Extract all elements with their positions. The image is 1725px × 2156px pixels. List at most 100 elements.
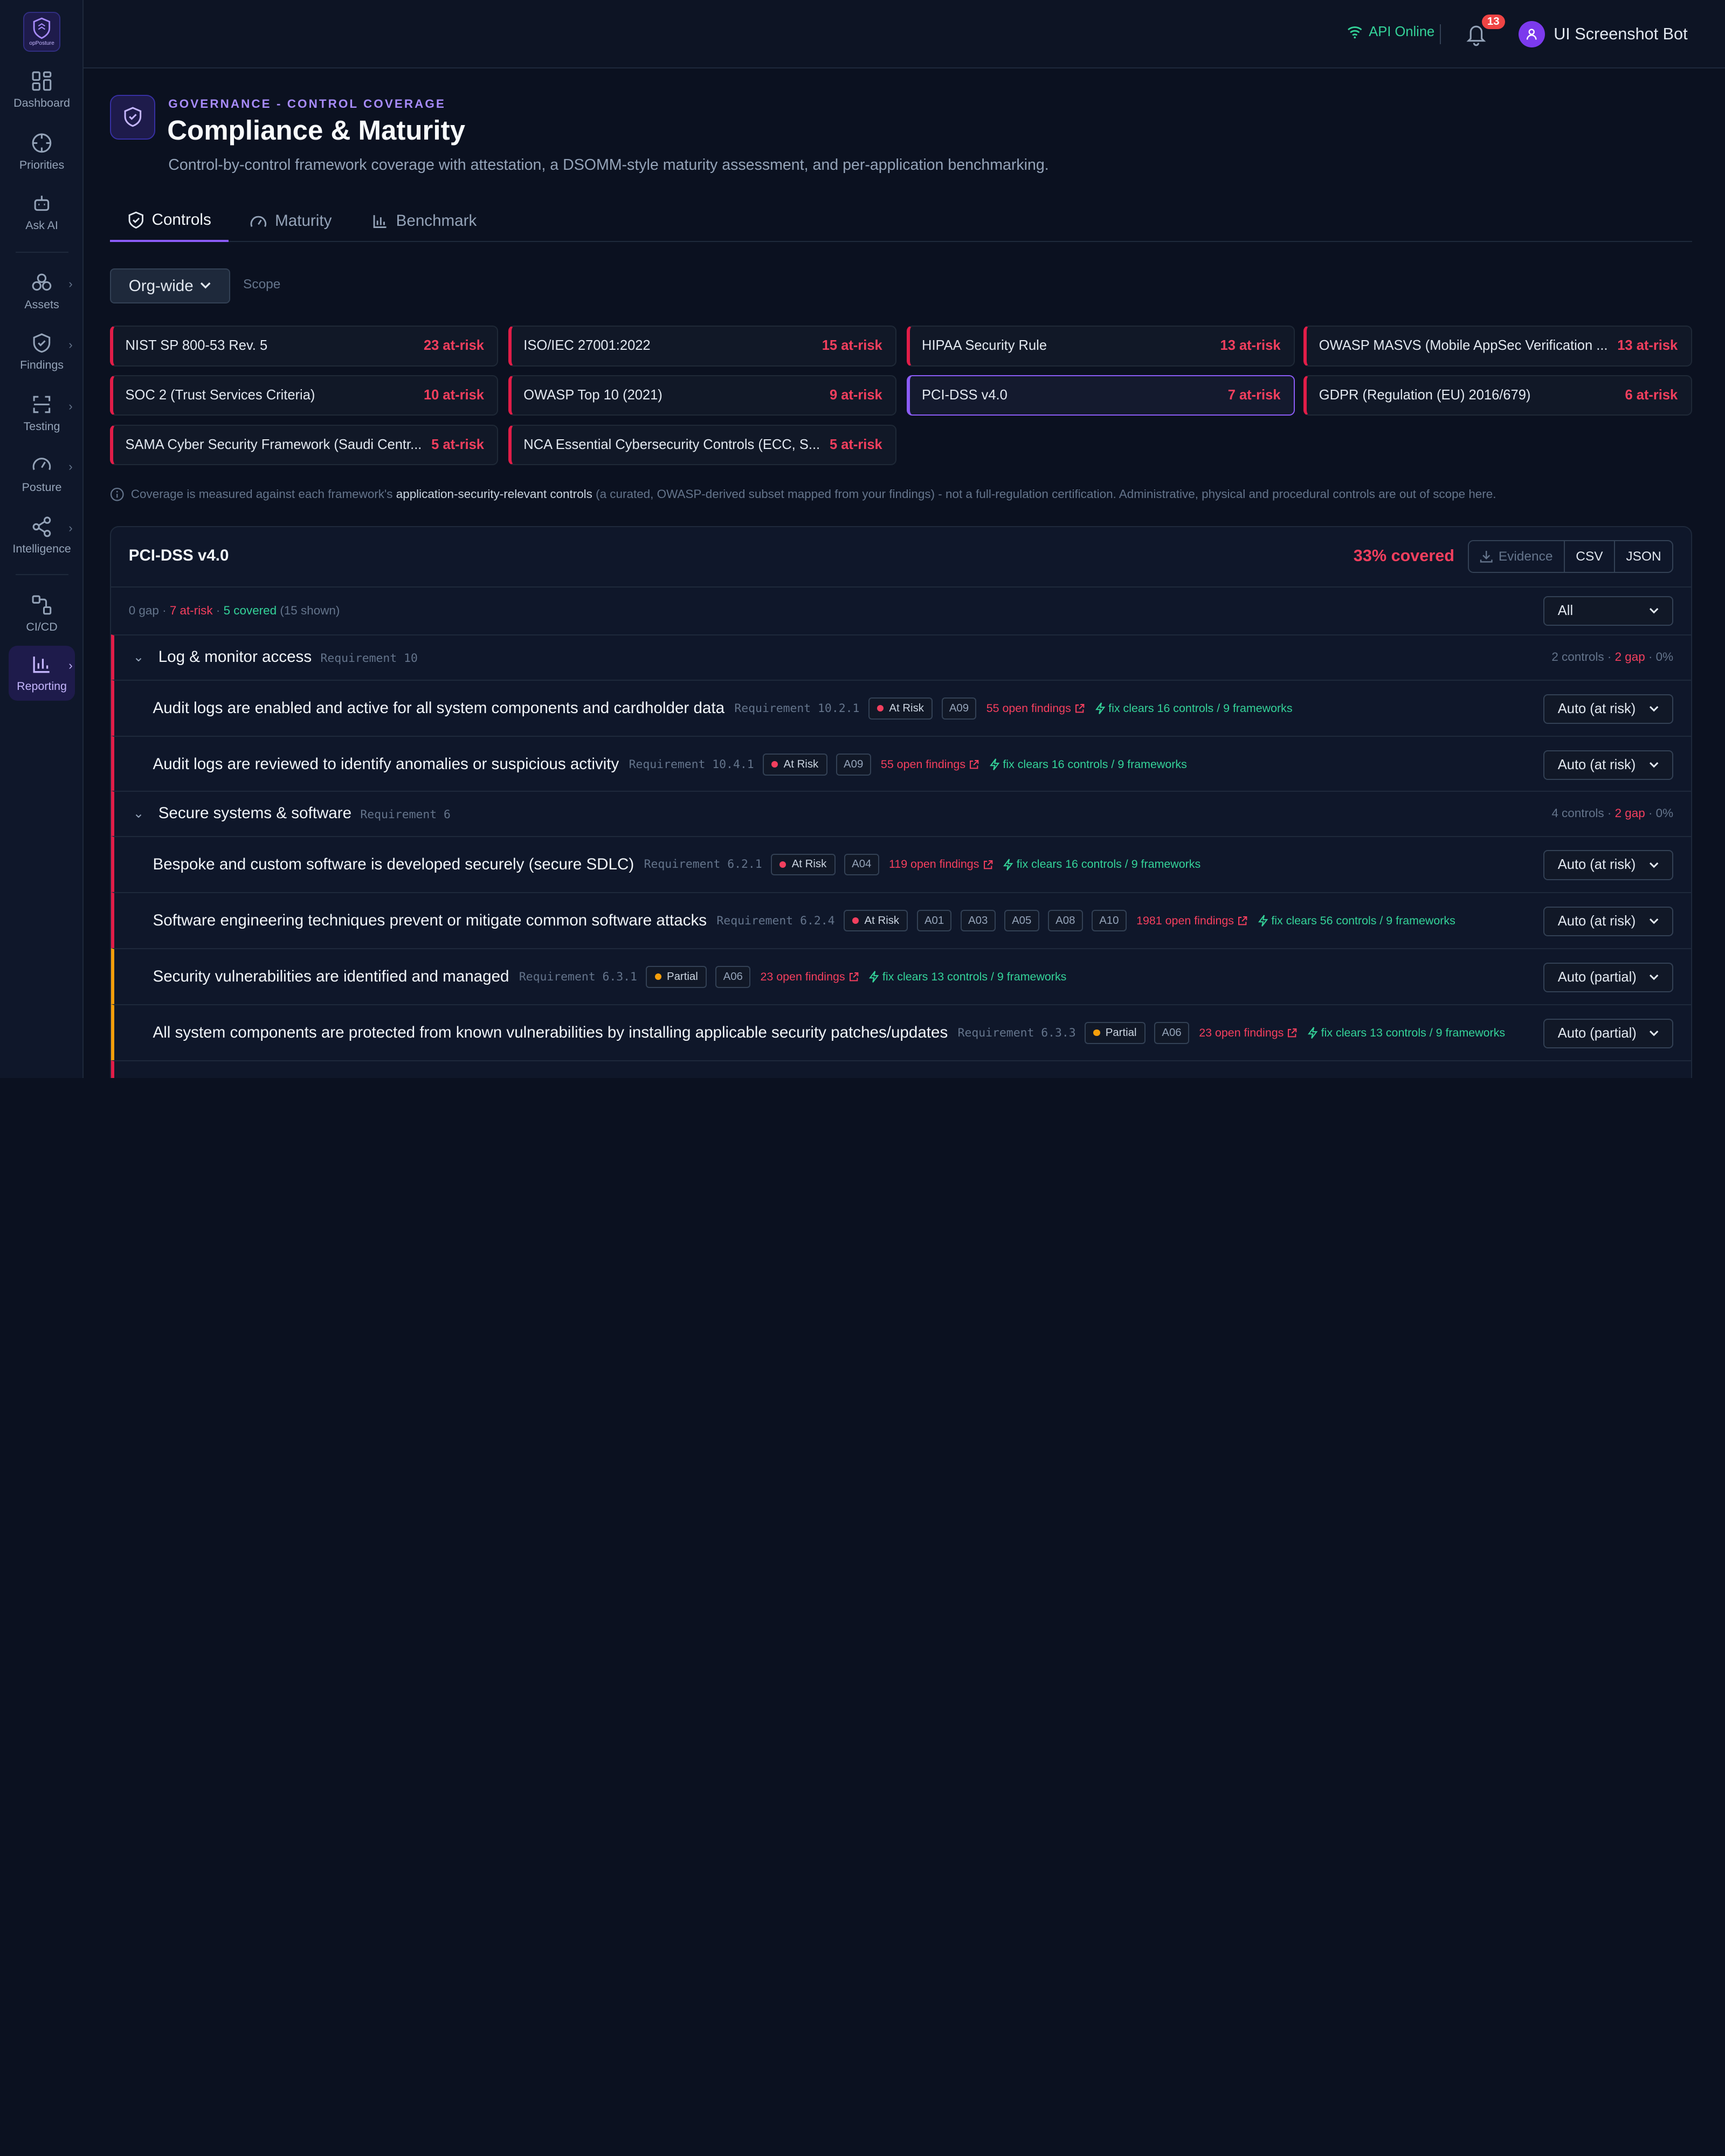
- external-link-icon: [970, 760, 979, 769]
- open-findings-link[interactable]: 55 open findings: [986, 702, 1086, 715]
- attestation-select[interactable]: Auto (at risk): [1543, 850, 1674, 880]
- summary-shown: (15 shown): [280, 604, 340, 618]
- findings-label: 1981 open findings: [1136, 914, 1234, 927]
- nav-posture[interactable]: Posture ›: [9, 447, 74, 502]
- framework-at-risk: 5 at-risk: [829, 437, 882, 452]
- framework-at-risk: 23 at-risk: [423, 338, 484, 354]
- framework-name: SOC 2 (Trust Services Criteria): [125, 388, 315, 403]
- api-status: API Online: [1347, 24, 1434, 40]
- framework-card[interactable]: NIST SP 800-53 Rev. 5 23 at-risk: [110, 326, 499, 367]
- control-group[interactable]: ⌄ Secure systems & software Requirement 6…: [111, 791, 1691, 836]
- note-pre: Coverage is measured against each framew…: [130, 487, 393, 501]
- status-label: Partial: [1105, 1026, 1137, 1039]
- lightning-icon: [989, 758, 1000, 771]
- attestation-value: Auto (partial): [1557, 1025, 1637, 1041]
- nav-testing[interactable]: Testing ›: [9, 386, 74, 441]
- framework-at-risk: 5 at-risk: [431, 437, 484, 452]
- nav-cicd[interactable]: CI/CD: [9, 586, 74, 641]
- group-percent: · 0%: [1648, 650, 1674, 664]
- page-eyebrow: GOVERNANCE - CONTROL COVERAGE: [168, 96, 446, 110]
- open-findings-link[interactable]: 23 open findings: [760, 970, 859, 984]
- scan-icon: [33, 396, 51, 413]
- summary-at-risk: 7 at-risk: [169, 604, 213, 618]
- status-label: At Risk: [889, 702, 924, 714]
- framework-card[interactable]: ISO/IEC 27001:2022 15 at-risk: [508, 326, 897, 367]
- framework-card[interactable]: SOC 2 (Trust Services Criteria) 10 at-ris…: [110, 375, 499, 416]
- evidence-label: Evidence: [1498, 549, 1553, 564]
- control-group[interactable]: ⌄ Log & monitor access Requirement 10 2 c…: [111, 634, 1691, 680]
- group-requirement: Requirement 10: [320, 651, 418, 665]
- evidence-button[interactable]: Evidence: [1469, 541, 1565, 572]
- control-requirement: Requirement 6.2.1: [644, 858, 762, 872]
- note-bold: application-security-relevant controls: [396, 487, 592, 501]
- framework-card[interactable]: OWASP MASVS (Mobile AppSec Verification …: [1303, 326, 1692, 367]
- framework-card-selected[interactable]: PCI-DSS v4.0 7 at-risk: [906, 375, 1295, 416]
- attestation-select[interactable]: Auto (at risk): [1543, 750, 1674, 780]
- nav-intelligence[interactable]: Intelligence ›: [9, 508, 74, 563]
- top-bar: API Online 13 UI Screenshot Bot: [84, 0, 1725, 68]
- framework-card[interactable]: HIPAA Security Rule 13 at-risk: [906, 326, 1295, 367]
- attestation-value: Auto (at risk): [1557, 701, 1636, 716]
- user-menu[interactable]: UI Screenshot Bot: [1518, 20, 1688, 47]
- nav-reporting[interactable]: Reporting ›: [9, 645, 75, 701]
- framework-at-risk: 10 at-risk: [423, 388, 484, 403]
- attestation-select[interactable]: Auto (at risk): [1543, 694, 1674, 724]
- info-icon: [110, 487, 124, 501]
- external-link-icon: [1288, 1028, 1297, 1038]
- group-meta: 4 controls · 2 gap · 0%: [1551, 806, 1673, 820]
- csv-button[interactable]: CSV: [1565, 541, 1616, 572]
- lightning-icon: [869, 971, 879, 983]
- chevron-down-icon: [1650, 608, 1659, 614]
- fix-label: fix clears 13 controls / 9 frameworks: [882, 970, 1067, 983]
- framework-at-risk: 9 at-risk: [829, 388, 882, 403]
- nav-assets[interactable]: Assets ›: [9, 264, 74, 319]
- open-findings-link[interactable]: 119 open findings: [889, 858, 993, 871]
- tab-controls[interactable]: Controls: [110, 200, 229, 242]
- open-findings-link[interactable]: 1981 open findings: [1136, 914, 1248, 928]
- tab-label: Benchmark: [396, 212, 477, 230]
- json-button[interactable]: JSON: [1615, 541, 1672, 572]
- tab-maturity[interactable]: Maturity: [250, 200, 332, 242]
- chevron-down-icon[interactable]: ⌄: [133, 805, 144, 821]
- control-row: Bespoke and custom software is developed…: [111, 835, 1691, 893]
- status-filter-select[interactable]: All: [1543, 596, 1674, 626]
- chevron-down-icon: [1650, 862, 1659, 868]
- framework-card[interactable]: OWASP Top 10 (2021) 9 at-risk: [508, 375, 897, 416]
- bar-chart-icon: [373, 215, 387, 228]
- group-meta: 2 controls · 2 gap · 0%: [1551, 650, 1673, 664]
- status-dot: [877, 705, 884, 712]
- open-findings-link[interactable]: 23 open findings: [1199, 1026, 1298, 1040]
- download-icon: [1480, 551, 1493, 563]
- chevron-down-icon[interactable]: ⌄: [133, 649, 144, 665]
- nav-findings[interactable]: Findings ›: [9, 324, 74, 379]
- control-title: Audit logs are reviewed to identify anom…: [153, 755, 619, 773]
- nav-dashboard[interactable]: Dashboard: [9, 63, 74, 118]
- nav-label: Assets: [24, 298, 59, 311]
- framework-card[interactable]: GDPR (Regulation (EU) 2016/679) 6 at-risk: [1303, 375, 1692, 416]
- framework-card[interactable]: SAMA Cyber Security Framework (Saudi Cen…: [110, 424, 499, 466]
- app-root: opPosture Dashboard Priorities Ask AI As…: [0, 0, 1725, 1078]
- framework-card[interactable]: NCA Essential Cybersecurity Controls (EC…: [508, 424, 897, 466]
- control-row: Software engineering techniques prevent …: [111, 892, 1691, 949]
- attestation-select[interactable]: Auto (at risk): [1543, 906, 1674, 936]
- app-logo[interactable]: opPosture: [23, 12, 61, 52]
- attestation-select[interactable]: Auto (partial): [1543, 1018, 1674, 1048]
- owasp-tag: A06: [1154, 1021, 1189, 1044]
- nav-ask-ai[interactable]: Ask AI: [9, 185, 74, 240]
- status-badge: At Risk: [770, 853, 836, 876]
- nav-priorities[interactable]: Priorities: [9, 125, 74, 179]
- notification-badge: 13: [1481, 14, 1505, 29]
- status-label: At Risk: [864, 914, 900, 927]
- tab-label: Controls: [151, 211, 211, 229]
- nav-divider: [15, 574, 68, 576]
- open-findings-link[interactable]: 55 open findings: [881, 758, 980, 771]
- scope-select[interactable]: Org-wide: [110, 268, 230, 304]
- group-title: Log & monitor access: [158, 647, 312, 666]
- tab-label: Maturity: [275, 212, 332, 230]
- page-title: Compliance & Maturity: [167, 115, 465, 146]
- control-row: Security vulnerabilities are identified …: [111, 948, 1691, 1005]
- tab-benchmark[interactable]: Benchmark: [372, 200, 477, 242]
- attestation-value: Auto (partial): [1557, 969, 1637, 985]
- attestation-select[interactable]: Auto (partial): [1543, 962, 1674, 992]
- status-dot: [771, 761, 778, 768]
